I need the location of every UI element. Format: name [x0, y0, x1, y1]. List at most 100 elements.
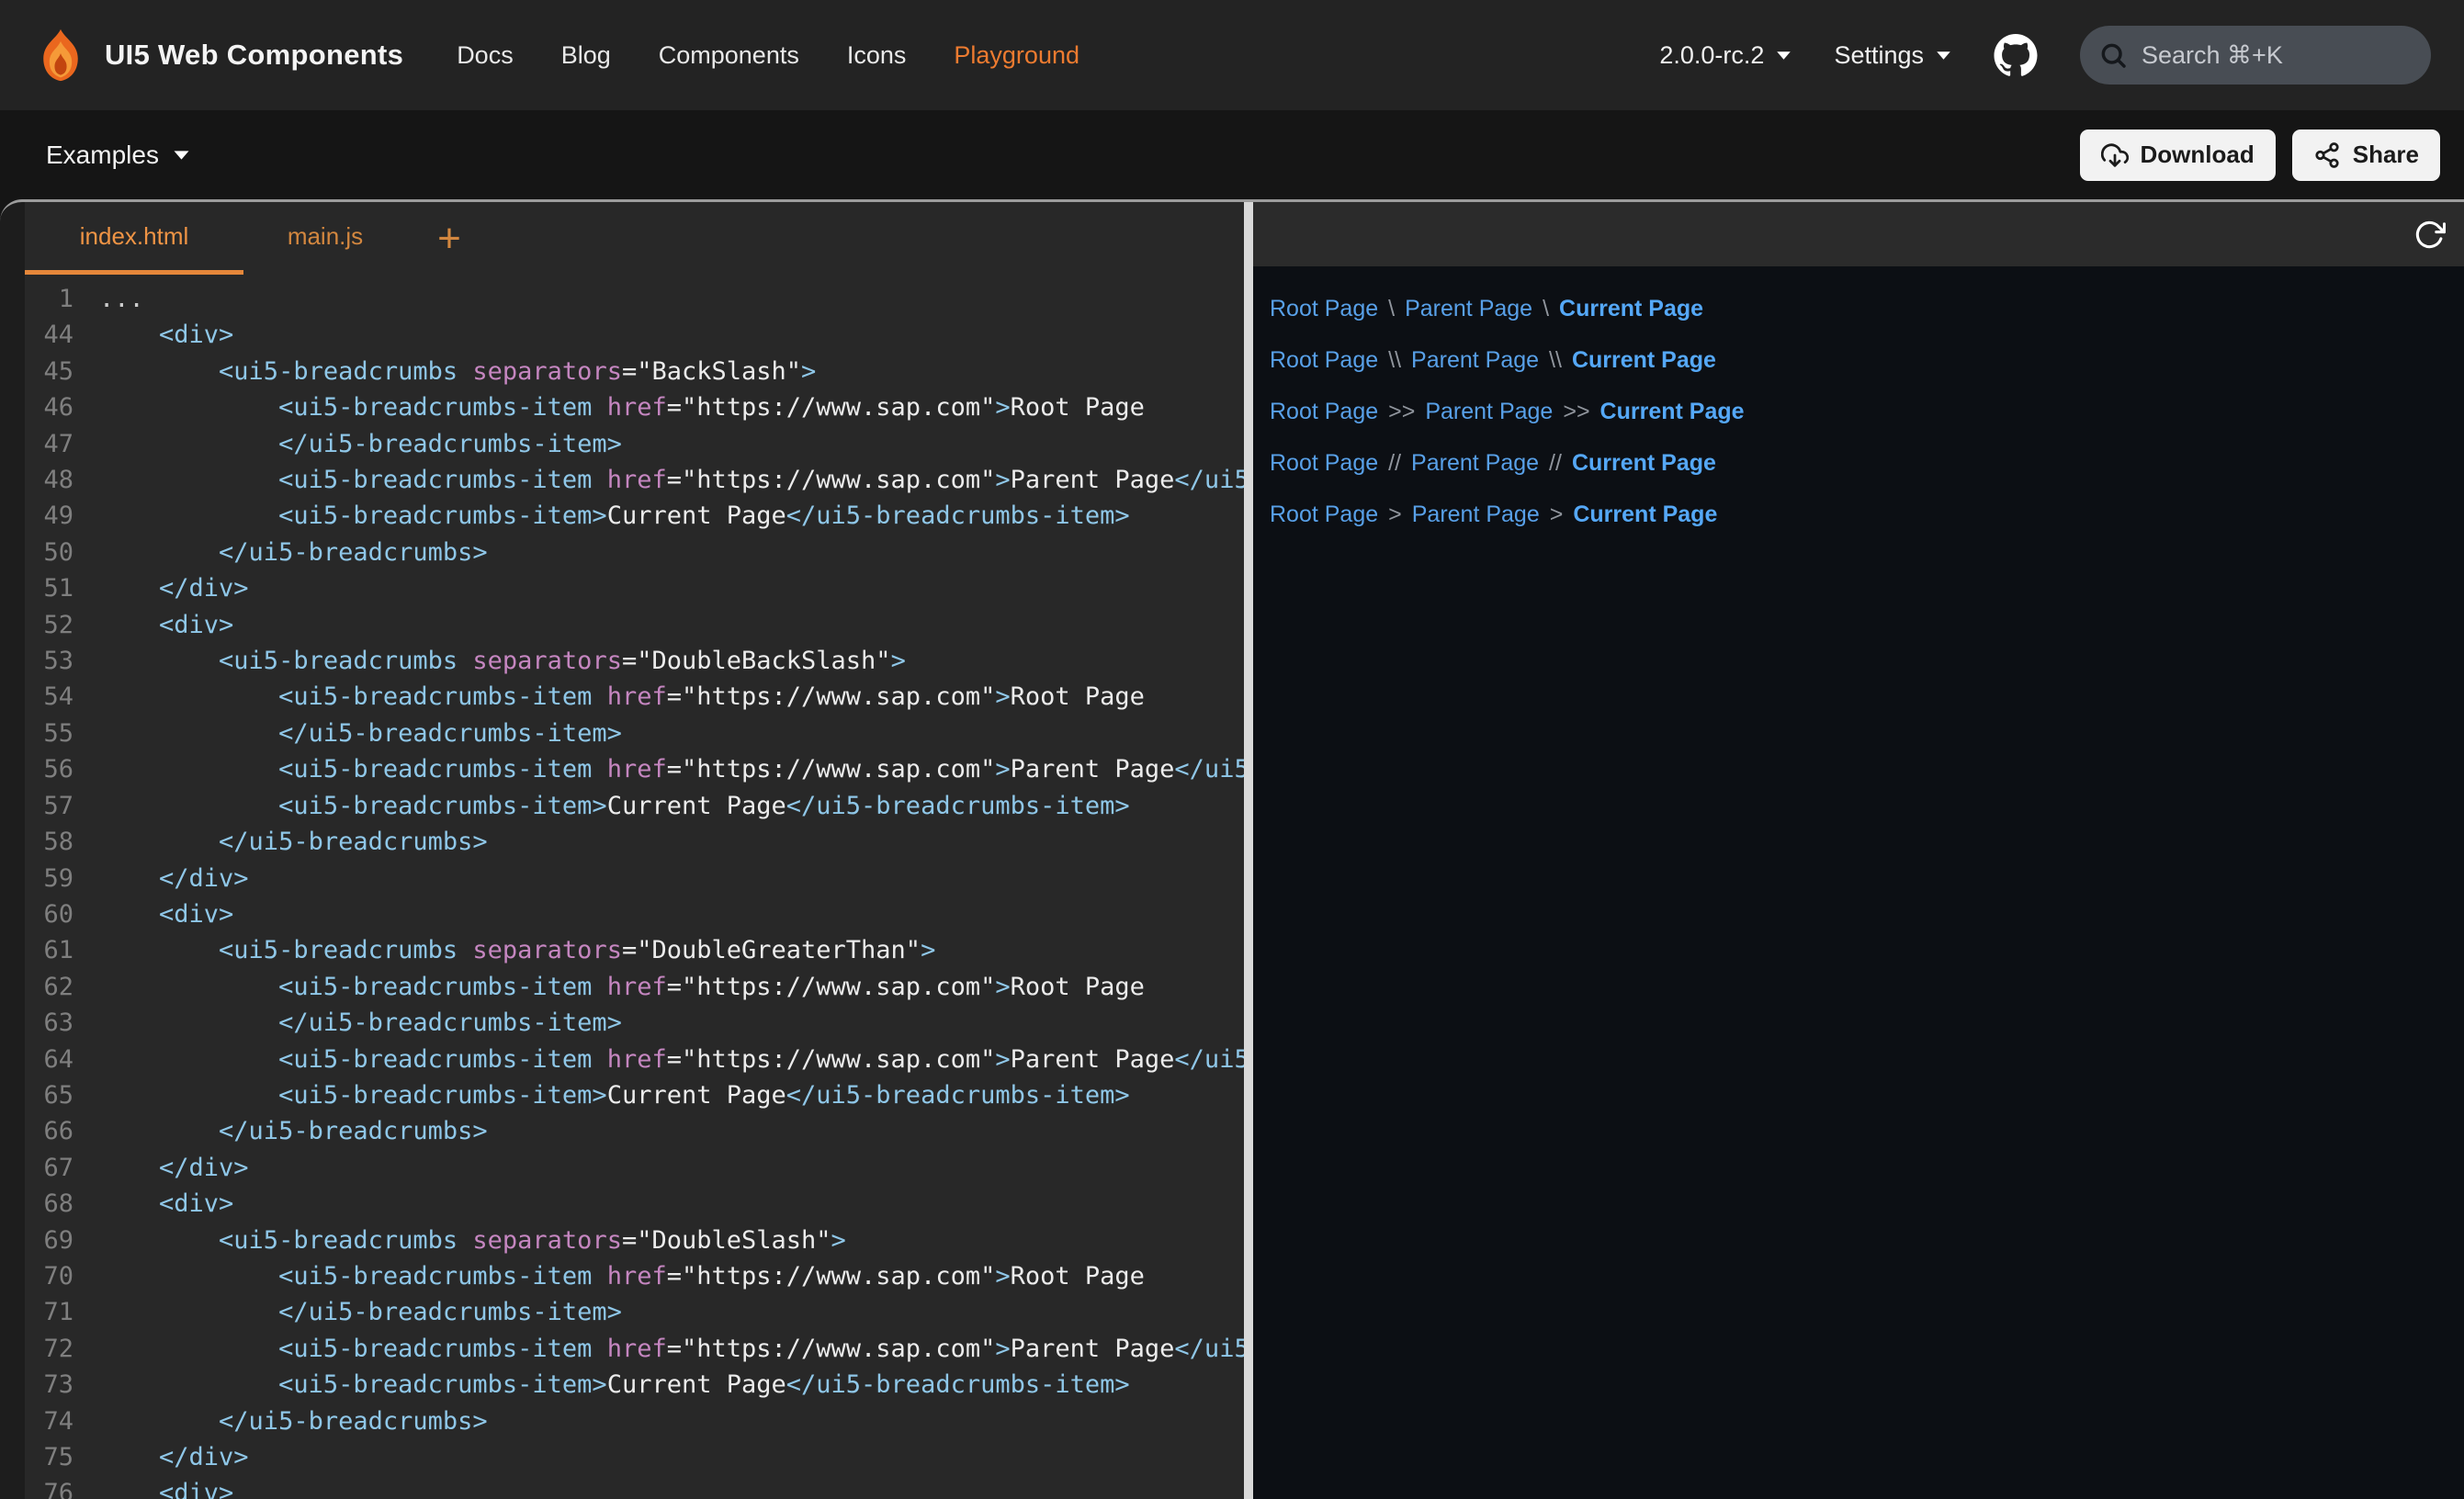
code-line: 61 <ui5-breadcrumbs separators="DoubleGr…	[25, 932, 1244, 968]
line-number: 60	[25, 896, 73, 932]
nav-link-components[interactable]: Components	[659, 41, 799, 70]
navbar-right: 2.0.0-rc.2 Settings Search ⌘+K	[1659, 26, 2431, 85]
code-line: 53 <ui5-breadcrumbs separators="DoubleBa…	[25, 643, 1244, 679]
refresh-icon[interactable]	[2413, 219, 2446, 251]
code-line: 75 </div>	[25, 1439, 1244, 1475]
code-line: 65 <ui5-breadcrumbs-item>Current Page</u…	[25, 1077, 1244, 1113]
breadcrumbs-row: Root Page // Parent Page // Current Page	[1270, 437, 2464, 489]
breadcrumb-link[interactable]: Parent Page	[1411, 450, 1539, 477]
bar-actions: Download Share	[2080, 130, 2440, 181]
split-resize-handle[interactable]	[1244, 202, 1253, 1499]
breadcrumb-separator: >>	[1563, 399, 1589, 425]
line-number: 52	[25, 607, 73, 643]
code-line: 72 <ui5-breadcrumbs-item href="https://w…	[25, 1331, 1244, 1367]
line-number: 62	[25, 969, 73, 1005]
line-number: 76	[25, 1475, 73, 1499]
code-line: 45 <ui5-breadcrumbs separators="BackSlas…	[25, 354, 1244, 389]
download-button[interactable]: Download	[2080, 130, 2276, 181]
code-line: 56 <ui5-breadcrumbs-item href="https://w…	[25, 751, 1244, 787]
settings-dropdown[interactable]: Settings	[1834, 41, 1951, 70]
download-cloud-icon	[2101, 141, 2129, 169]
code-line: 54 <ui5-breadcrumbs-item href="https://w…	[25, 679, 1244, 715]
code-line: 64 <ui5-breadcrumbs-item href="https://w…	[25, 1042, 1244, 1077]
code-line: 68 <div>	[25, 1186, 1244, 1222]
code-line: 44 <div>	[25, 317, 1244, 353]
line-number: 50	[25, 535, 73, 570]
line-number: 58	[25, 824, 73, 860]
nav-link-docs[interactable]: Docs	[457, 41, 514, 70]
chevron-down-icon	[1936, 51, 1951, 61]
code-line: 58 </ui5-breadcrumbs>	[25, 824, 1244, 860]
code-line: 67 </div>	[25, 1150, 1244, 1186]
preview-output: Root Page\Parent Page\Current PageRoot P…	[1253, 266, 2464, 1499]
share-button[interactable]: Share	[2292, 130, 2440, 181]
line-number: 64	[25, 1042, 73, 1077]
line-number: 66	[25, 1113, 73, 1149]
line-number: 73	[25, 1367, 73, 1403]
breadcrumb-current-page: Current Page	[1572, 347, 1716, 374]
code-line: 50 </ui5-breadcrumbs>	[25, 535, 1244, 570]
code-line: 48 <ui5-breadcrumbs-item href="https://w…	[25, 462, 1244, 498]
code-line: 60 <div>	[25, 896, 1244, 932]
line-number: 55	[25, 716, 73, 751]
line-number: 45	[25, 354, 73, 389]
breadcrumbs-row: Root Page >> Parent Page >> Current Page	[1270, 386, 2464, 437]
breadcrumb-separator: >>	[1388, 399, 1415, 425]
code-line: 52 <div>	[25, 607, 1244, 643]
breadcrumb-current-page: Current Page	[1572, 450, 1716, 477]
code-line: 55 </ui5-breadcrumbs-item>	[25, 716, 1244, 751]
code-line: 71 </ui5-breadcrumbs-item>	[25, 1294, 1244, 1330]
breadcrumb-link[interactable]: Parent Page	[1411, 347, 1539, 374]
code-line: 49 <ui5-breadcrumbs-item>Current Page</u…	[25, 498, 1244, 534]
breadcrumb-current-page: Current Page	[1559, 296, 1703, 322]
line-number: 57	[25, 788, 73, 824]
nav-link-playground[interactable]: Playground	[954, 41, 1079, 70]
tab-main-js[interactable]: main.js	[243, 202, 407, 275]
github-icon[interactable]	[1994, 34, 2038, 77]
editor-tabbar: index.html main.js +	[25, 202, 1244, 275]
breadcrumb-link[interactable]: Parent Page	[1405, 296, 1532, 322]
line-number: 65	[25, 1077, 73, 1113]
examples-dropdown[interactable]: Examples	[46, 141, 190, 170]
line-number: 72	[25, 1331, 73, 1367]
main-nav: Docs Blog Components Icons Playground	[457, 41, 1079, 70]
playground-workspace: index.html main.js + 1...44 <div>45 <ui5…	[0, 199, 2464, 1499]
code-line: 70 <ui5-breadcrumbs-item href="https://w…	[25, 1258, 1244, 1294]
line-number: 75	[25, 1439, 73, 1475]
code-line: 74 </ui5-breadcrumbs>	[25, 1403, 1244, 1439]
breadcrumb-separator: \\	[1549, 347, 1562, 374]
breadcrumb-link[interactable]: Root Page	[1270, 347, 1378, 374]
line-number: 69	[25, 1223, 73, 1258]
code-line: 57 <ui5-breadcrumbs-item>Current Page</u…	[25, 788, 1244, 824]
breadcrumb-separator: //	[1549, 450, 1562, 477]
breadcrumb-link[interactable]: Root Page	[1270, 450, 1378, 477]
code-line: 62 <ui5-breadcrumbs-item href="https://w…	[25, 969, 1244, 1005]
brand-title: UI5 Web Components	[105, 39, 403, 72]
version-dropdown[interactable]: 2.0.0-rc.2	[1659, 41, 1791, 70]
code-editor-panel: index.html main.js + 1...44 <div>45 <ui5…	[25, 202, 1244, 1499]
search-input[interactable]: Search ⌘+K	[2080, 26, 2431, 85]
line-number: 56	[25, 751, 73, 787]
line-number: 48	[25, 462, 73, 498]
preview-panel: Root Page\Parent Page\Current PageRoot P…	[1253, 202, 2464, 1499]
nav-link-icons[interactable]: Icons	[847, 41, 907, 70]
chevron-down-icon	[173, 150, 190, 161]
tab-index-html[interactable]: index.html	[25, 202, 243, 275]
breadcrumb-separator: >	[1388, 502, 1402, 528]
brand-home-link[interactable]: UI5 Web Components	[33, 27, 403, 84]
code-line: 73 <ui5-breadcrumbs-item>Current Page</u…	[25, 1367, 1244, 1403]
breadcrumb-link[interactable]: Root Page	[1270, 502, 1378, 528]
code-line: 63 </ui5-breadcrumbs-item>	[25, 1005, 1244, 1041]
breadcrumb-link[interactable]: Parent Page	[1412, 502, 1540, 528]
search-icon	[2098, 40, 2128, 70]
add-file-button[interactable]: +	[407, 202, 492, 275]
breadcrumb-link[interactable]: Root Page	[1270, 399, 1378, 425]
breadcrumb-link[interactable]: Root Page	[1270, 296, 1378, 322]
breadcrumb-link[interactable]: Parent Page	[1425, 399, 1553, 425]
line-number: 54	[25, 679, 73, 715]
breadcrumb-separator: //	[1388, 450, 1401, 477]
code-line: 46 <ui5-breadcrumbs-item href="https://w…	[25, 389, 1244, 425]
breadcrumb-current-page: Current Page	[1600, 399, 1745, 425]
nav-link-blog[interactable]: Blog	[561, 41, 611, 70]
code-area[interactable]: 1...44 <div>45 <ui5-breadcrumbs separato…	[25, 275, 1244, 1499]
